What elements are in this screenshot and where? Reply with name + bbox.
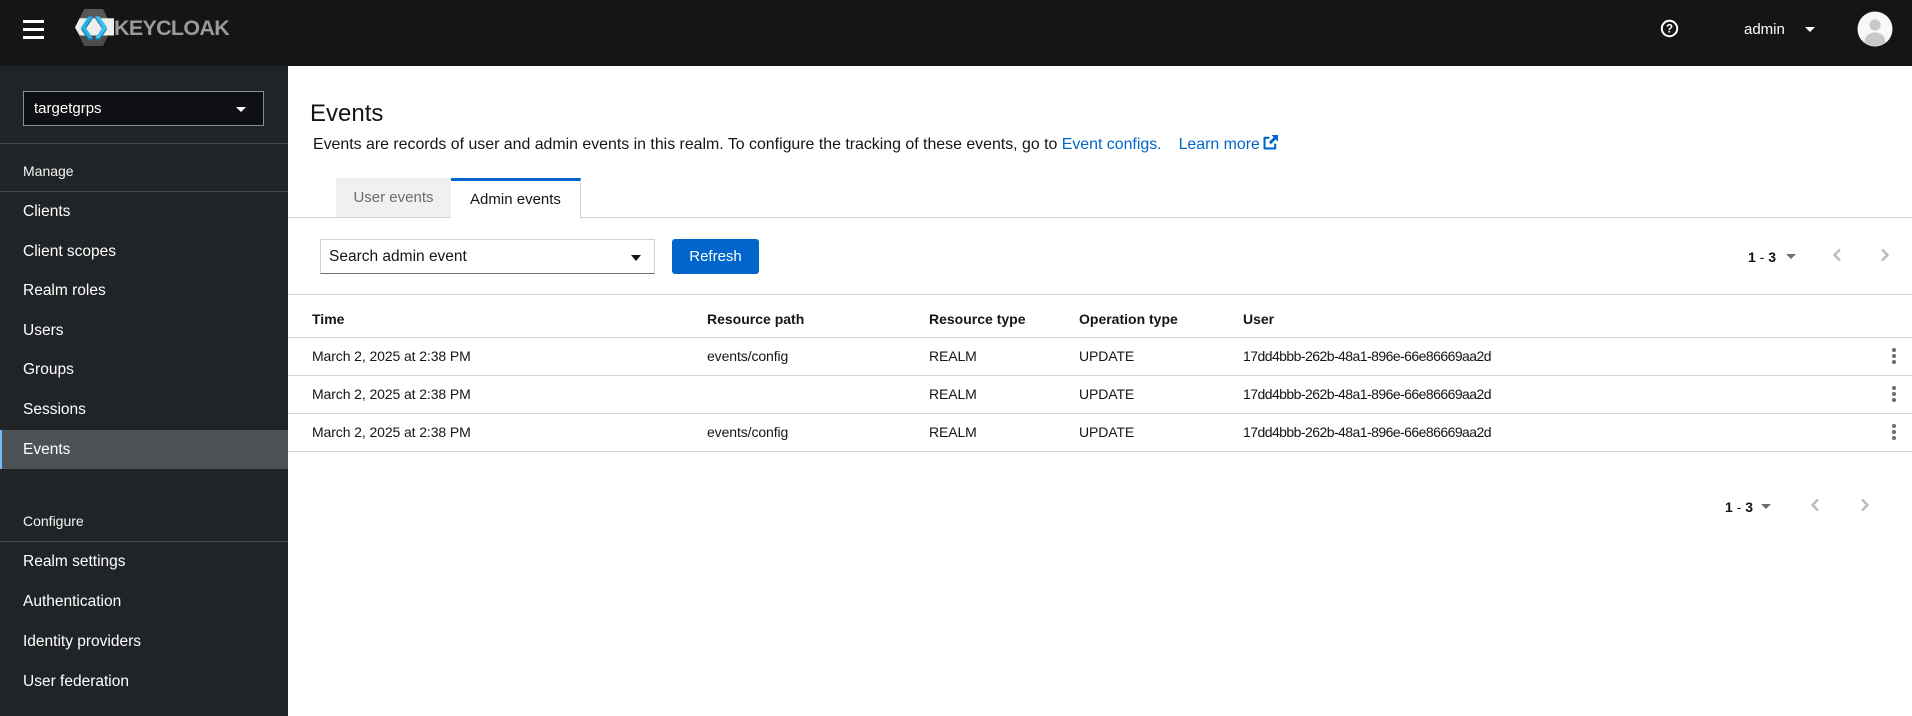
svg-text:?: ? <box>1666 23 1673 35</box>
svg-text:KEYCLOAK: KEYCLOAK <box>114 16 230 40</box>
